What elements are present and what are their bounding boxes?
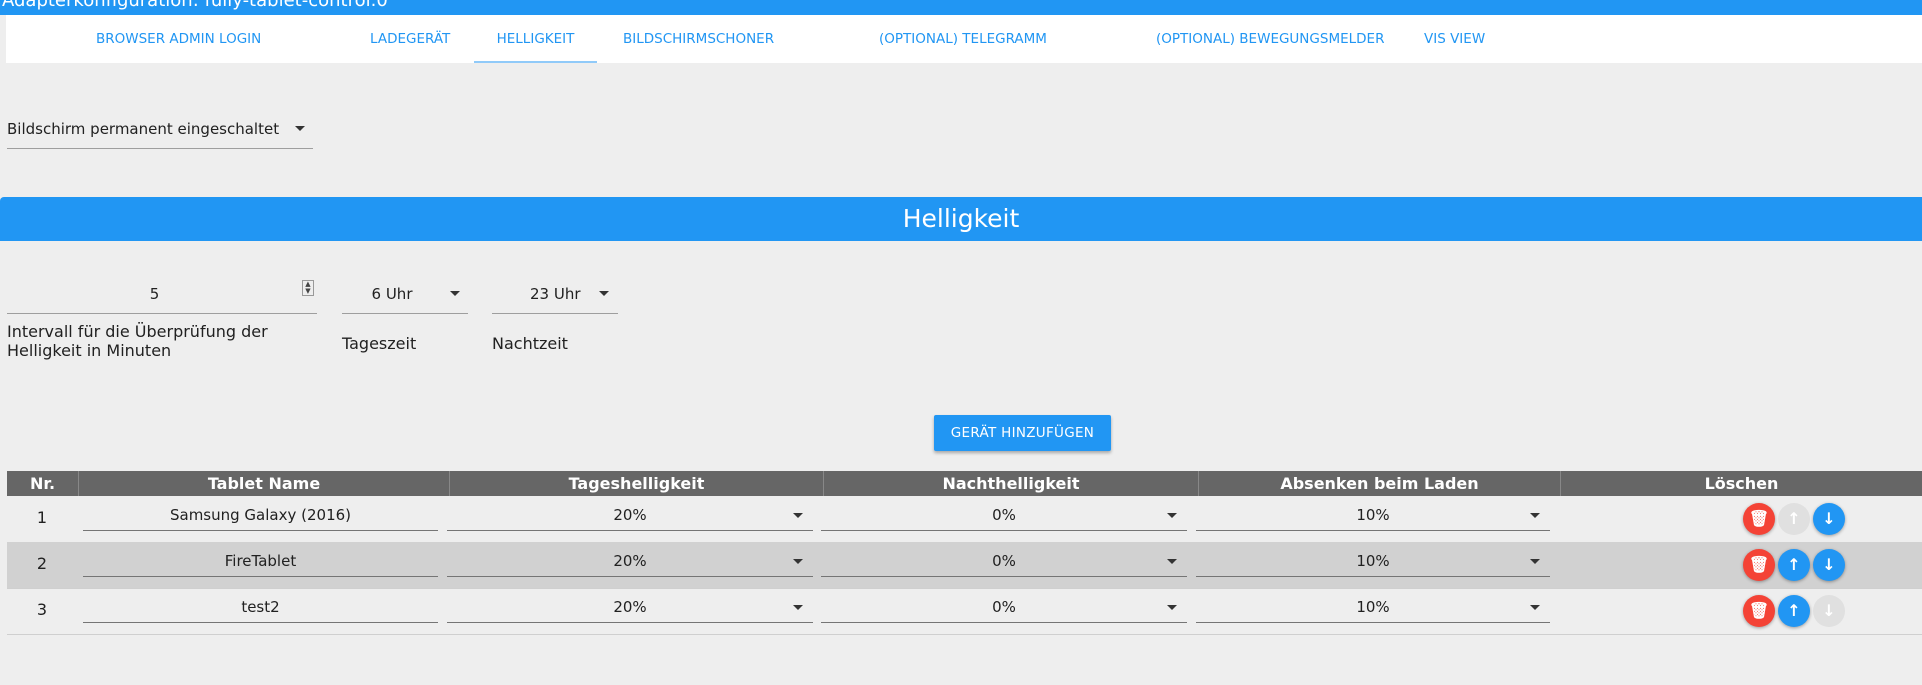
chevron-down-icon xyxy=(1167,513,1177,518)
night-brightness-value: 0% xyxy=(992,506,1016,524)
tab-browser-admin-login[interactable]: Browser Admin Login xyxy=(96,15,261,63)
screen-mode-value: Bildschirm permanent eingeschaltet xyxy=(7,120,280,138)
tab-ladegeraet[interactable]: Ladegerät xyxy=(370,15,450,63)
window-title: Adapterkonfiguration: fully-tablet-contr… xyxy=(2,0,388,11)
day-brightness-value: 20% xyxy=(613,506,647,524)
day-time-select[interactable]: 6 Uhr xyxy=(342,277,468,314)
chevron-down-icon xyxy=(793,559,803,564)
night-brightness-select[interactable]: 0% xyxy=(821,546,1187,577)
table-row: 3 test2 20% 0% 10% 🗑 ↑ ↓ xyxy=(7,588,1922,635)
arrow-down-icon: ↓ xyxy=(1822,509,1836,528)
night-brightness-select[interactable]: 0% xyxy=(821,592,1187,623)
charging-dim-value: 10% xyxy=(1356,506,1390,524)
chevron-down-icon xyxy=(1530,559,1540,564)
col-delete: Löschen xyxy=(1704,474,1779,493)
row-number: 1 xyxy=(36,508,48,527)
day-brightness-value: 20% xyxy=(613,552,647,570)
row-number: 3 xyxy=(36,600,48,619)
day-brightness-select[interactable]: 20% xyxy=(447,500,813,531)
night-brightness-select[interactable]: 0% xyxy=(821,500,1187,531)
tablet-name-input[interactable]: test2 xyxy=(83,592,438,623)
charging-dim-value: 10% xyxy=(1356,552,1390,570)
move-down-button[interactable]: ↓ xyxy=(1813,503,1845,535)
tab-bar: Browser Admin Login Ladegerät Helligkeit… xyxy=(6,15,1922,63)
chevron-down-icon xyxy=(295,126,305,131)
chevron-down-icon xyxy=(450,291,460,296)
move-down-button[interactable]: ↓ xyxy=(1813,549,1845,581)
day-time-value: 6 Uhr xyxy=(371,285,413,303)
spinner-icon[interactable]: ▲ ▼ xyxy=(302,280,314,296)
table-row: 2 FireTablet 20% 0% 10% 🗑 ↑ ↓ xyxy=(7,542,1922,589)
arrow-up-icon: ↑ xyxy=(1787,509,1801,528)
chevron-down-icon xyxy=(1530,605,1540,610)
tab-telegramm[interactable]: (Optional) Telegramm xyxy=(879,15,1047,63)
charging-dim-select[interactable]: 10% xyxy=(1196,500,1550,531)
chevron-down-icon xyxy=(793,605,803,610)
night-brightness-value: 0% xyxy=(992,552,1016,570)
move-down-button[interactable]: ↓ xyxy=(1813,595,1845,627)
move-up-button[interactable]: ↑ xyxy=(1778,549,1810,581)
charging-dim-value: 10% xyxy=(1356,598,1390,616)
chevron-down-icon xyxy=(1530,513,1540,518)
tablet-name-input[interactable]: FireTablet xyxy=(83,546,438,577)
chevron-down-icon xyxy=(599,291,609,296)
window-titlebar: Adapterkonfiguration: fully-tablet-contr… xyxy=(0,0,1922,15)
interval-value: 5 xyxy=(149,285,160,303)
night-time-select[interactable]: 23 Uhr xyxy=(492,277,618,314)
interval-input[interactable]: 5 xyxy=(7,277,317,314)
add-device-button[interactable]: Gerät hinzufügen xyxy=(934,415,1111,451)
tab-vis-view[interactable]: VIS View xyxy=(1424,15,1485,63)
table-header: Nr. Tablet Name Tageshelligkeit Nachthel… xyxy=(7,471,1922,496)
col-night-brightness: Nachthelligkeit xyxy=(824,471,1199,496)
delete-button[interactable]: 🗑 xyxy=(1743,503,1775,535)
col-charging-dim: Absenken beim Laden xyxy=(1199,471,1561,496)
arrow-up-icon: ↑ xyxy=(1787,601,1801,620)
tablet-name-input[interactable]: Samsung Galaxy (2016) xyxy=(83,500,438,531)
day-brightness-value: 20% xyxy=(613,598,647,616)
chevron-down-icon xyxy=(1167,559,1177,564)
delete-button[interactable]: 🗑 xyxy=(1743,549,1775,581)
trash-icon: 🗑 xyxy=(1748,555,1770,574)
screen-mode-select[interactable]: Bildschirm permanent eingeschaltet xyxy=(7,112,313,149)
move-up-button[interactable]: ↑ xyxy=(1778,503,1810,535)
tab-helligkeit[interactable]: Helligkeit xyxy=(474,15,597,63)
interval-label: Intervall für die Überprüfung der Hellig… xyxy=(7,322,268,360)
row-number: 2 xyxy=(36,554,48,573)
arrow-down-icon: ↓ xyxy=(1822,555,1836,574)
tab-bewegungsmelder[interactable]: (Optional) Bewegungsmelder xyxy=(1156,15,1384,63)
col-nr: Nr. xyxy=(7,471,79,496)
col-tablet-name: Tablet Name xyxy=(79,471,450,496)
col-day-brightness: Tageshelligkeit xyxy=(450,471,824,496)
chevron-down-icon xyxy=(793,513,803,518)
move-up-button[interactable]: ↑ xyxy=(1778,595,1810,627)
day-time-label: Tageszeit xyxy=(342,334,417,353)
charging-dim-select[interactable]: 10% xyxy=(1196,546,1550,577)
day-brightness-select[interactable]: 20% xyxy=(447,546,813,577)
delete-button[interactable]: 🗑 xyxy=(1743,595,1775,627)
section-title: Helligkeit xyxy=(0,197,1922,241)
trash-icon: 🗑 xyxy=(1748,509,1770,528)
charging-dim-select[interactable]: 10% xyxy=(1196,592,1550,623)
arrow-up-icon: ↑ xyxy=(1787,555,1801,574)
tab-bildschirmschoner[interactable]: Bildschirmschoner xyxy=(623,15,774,63)
day-brightness-select[interactable]: 20% xyxy=(447,592,813,623)
night-brightness-value: 0% xyxy=(992,598,1016,616)
arrow-down-icon: ↓ xyxy=(1822,601,1836,620)
night-time-label: Nachtzeit xyxy=(492,334,568,353)
trash-icon: 🗑 xyxy=(1748,601,1770,620)
table-row: 1 Samsung Galaxy (2016) 20% 0% 10% 🗑 ↑ ↓ xyxy=(7,496,1922,543)
chevron-down-icon xyxy=(1167,605,1177,610)
